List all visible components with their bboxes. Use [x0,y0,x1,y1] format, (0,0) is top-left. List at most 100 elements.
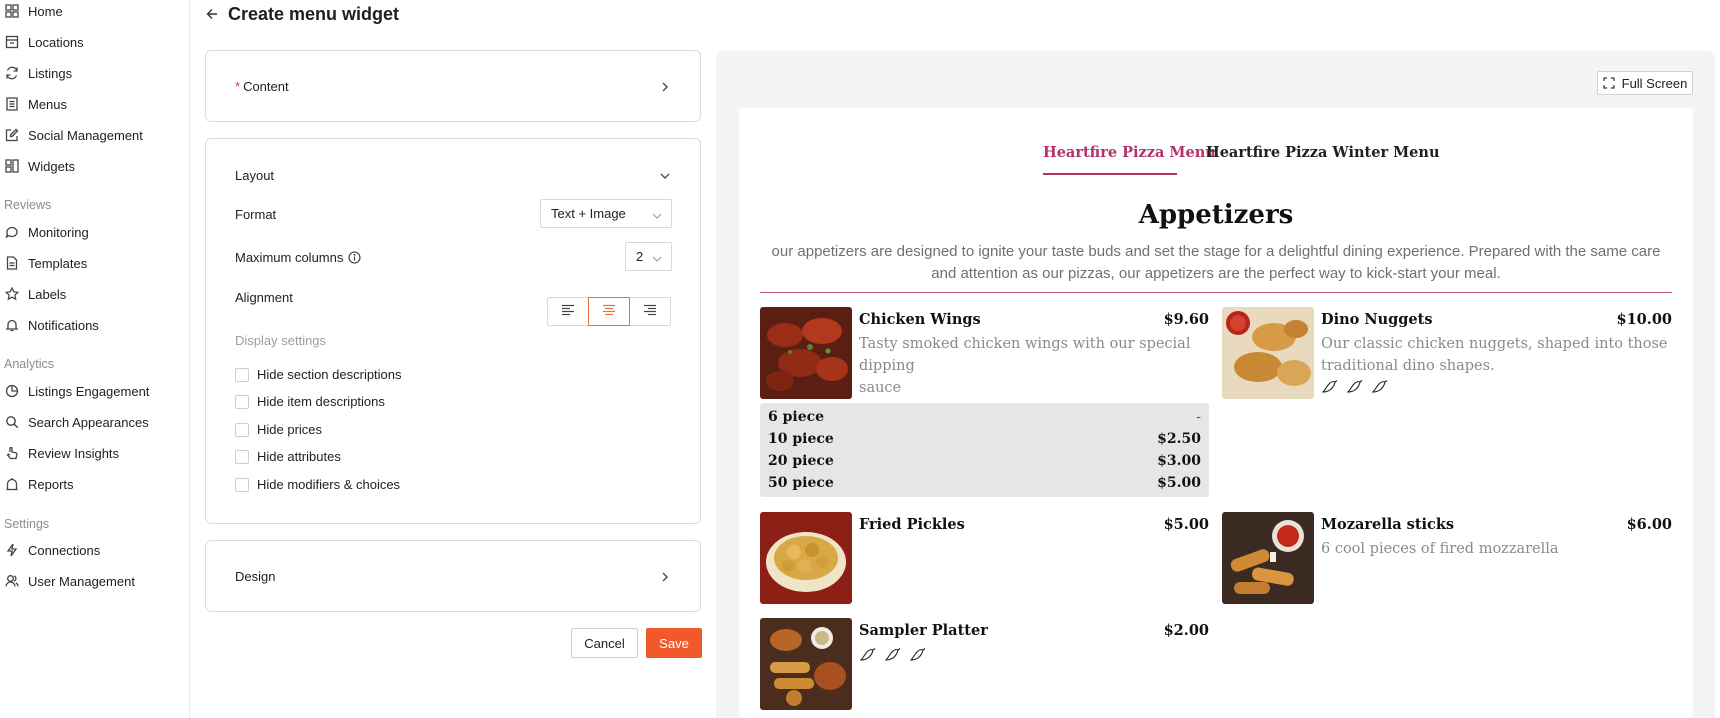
sidebar-item-label: Home [28,3,63,19]
sidebar-item-label: Menus [28,96,68,112]
checkbox-box[interactable] [235,422,249,437]
sidebar-item-locations[interactable]: Locations [0,32,84,52]
modifier-label: 20 piece [768,453,834,469]
modifier-row: 50 piece $5.00 [768,475,1201,497]
hide-section-descriptions-checkbox[interactable]: Hide section descriptions [235,367,402,382]
back-arrow-icon[interactable] [204,6,220,22]
align-right-button[interactable] [629,297,671,326]
sidebar-item-monitoring[interactable]: Monitoring [0,222,89,242]
sidebar-item-listings[interactable]: Listings [0,63,72,83]
hide-item-descriptions-checkbox[interactable]: Hide item descriptions [235,394,385,409]
hide-attributes-checkbox[interactable]: Hide attributes [235,449,341,464]
chevron-right-icon[interactable] [659,571,671,583]
document-icon [4,255,20,271]
hand-pointer-icon [4,445,20,461]
sidebar-item-widgets[interactable]: Widgets [0,156,75,176]
page-header: Create menu widget [204,2,399,26]
section-description-line: and attention as our pizzas, our appetiz… [931,265,1501,282]
page-title: Create menu widget [228,3,400,24]
sidebar-item-label: Widgets [28,158,75,174]
chevron-right-icon[interactable] [659,81,671,93]
sidebar-item-label: Templates [28,255,88,271]
sidebar-item-label: User Management [28,573,135,589]
sidebar-item-label: Search Appearances [28,414,149,430]
section-divider [760,292,1672,293]
design-panel-label: Design [235,569,276,584]
format-label: Format [235,207,277,222]
fried-pickles-image [760,512,852,604]
sidebar-item-reports[interactable]: Reports [0,474,74,494]
cancel-button[interactable]: Cancel [571,628,638,658]
home-grid-icon [4,3,20,19]
item-description-line: Our classic chicken nuggets, shaped into… [1321,336,1668,352]
checkbox-box[interactable] [235,477,249,492]
item-description-line: Tasty smoked chicken wings with our spec… [859,336,1191,374]
sidebar-item-notifications[interactable]: Notifications [0,315,99,335]
item-name: Chicken Wings [859,311,981,328]
sidebar-item-user-management[interactable]: User Management [0,571,135,591]
sidebar-item-label: Listings Engagement [28,383,150,399]
item-description: 6 cool pieces of fired mozzarella [1321,541,1559,557]
sidebar-item-home[interactable]: Home [0,1,63,21]
active-tab-indicator [1043,173,1177,175]
search-icon [4,414,20,430]
content-panel[interactable]: * Content [205,50,701,122]
sidebar-item-label: Social Management [28,127,143,143]
menu-tab-winter[interactable]: Heartfire Pizza Winter Menu [1206,144,1440,161]
mozzarella-sticks-image [1222,512,1314,604]
sidebar-item-templates[interactable]: Templates [0,253,87,273]
report-icon [4,476,20,492]
item-name: Dino Nuggets [1321,311,1433,328]
sidebar-item-menus[interactable]: Menus [0,94,67,114]
item-price: $5.00 [1163,516,1209,533]
item-description-line: traditional dino shapes. [1321,358,1495,374]
modifier-row: 6 piece - [768,409,1201,431]
chili-pepper-icon [909,648,926,662]
item-description: Tasty smoked chicken wings with our spec… [859,333,1209,399]
item-name: Sampler Platter [859,622,988,639]
full-screen-button[interactable]: Full Screen [1597,71,1693,95]
store-icon [4,34,20,50]
users-icon [4,573,20,589]
checkbox-label: Hide modifiers & choices [257,477,401,492]
required-mark: * [235,79,241,94]
save-button[interactable]: Save [646,628,702,658]
modifier-row: 20 piece $3.00 [768,453,1201,475]
item-price: $6.00 [1626,516,1672,533]
hide-modifiers-checkbox[interactable]: Hide modifiers & choices [235,477,400,492]
alignment-label: Alignment [235,290,293,305]
align-left-button[interactable] [547,297,589,326]
modifier-price: $2.50 [1157,431,1201,447]
layout-panel-label: Layout [235,168,275,183]
checkbox-box[interactable] [235,449,249,464]
design-panel[interactable]: Design [205,540,701,612]
sidebar-item-listings-engagement[interactable]: Listings Engagement [0,381,149,401]
checkbox-label: Hide attributes [257,449,341,464]
align-center-button[interactable] [588,297,630,326]
hide-prices-checkbox[interactable]: Hide prices [235,422,322,437]
checkbox-box[interactable] [235,394,249,409]
max-columns-value: 2 [636,249,644,264]
dino-nuggets-image [1222,307,1314,399]
menu-tab-heartfire[interactable]: Heartfire Pizza Menu [1043,144,1216,161]
max-columns-select[interactable]: 2 [625,242,672,271]
chevron-down-icon[interactable] [659,170,671,182]
checkbox-box[interactable] [235,367,249,382]
content-panel-label: Content [243,79,289,94]
sidebar-item-connections[interactable]: Connections [0,540,100,560]
nav-section-reviews: Reviews [4,198,52,212]
sidebar-item-labels[interactable]: Labels [0,284,66,304]
checkbox-label: Hide section descriptions [257,367,402,382]
sidebar-item-search-appearances[interactable]: Search Appearances [0,412,149,432]
info-icon[interactable] [348,251,361,264]
format-select[interactable]: Text + Image [540,199,672,228]
bell-icon [4,317,20,333]
lightning-icon [4,542,20,558]
max-columns-label: Maximum columns [235,250,361,265]
sidebar-item-social-management[interactable]: Social Management [0,125,143,145]
sidebar-item-label: Locations [28,34,84,50]
sidebar-item-review-insights[interactable]: Review Insights [0,443,119,463]
modifier-row: 10 piece $2.50 [768,431,1201,453]
display-settings-label: Display settings [235,333,327,348]
expand-icon [1603,77,1615,89]
